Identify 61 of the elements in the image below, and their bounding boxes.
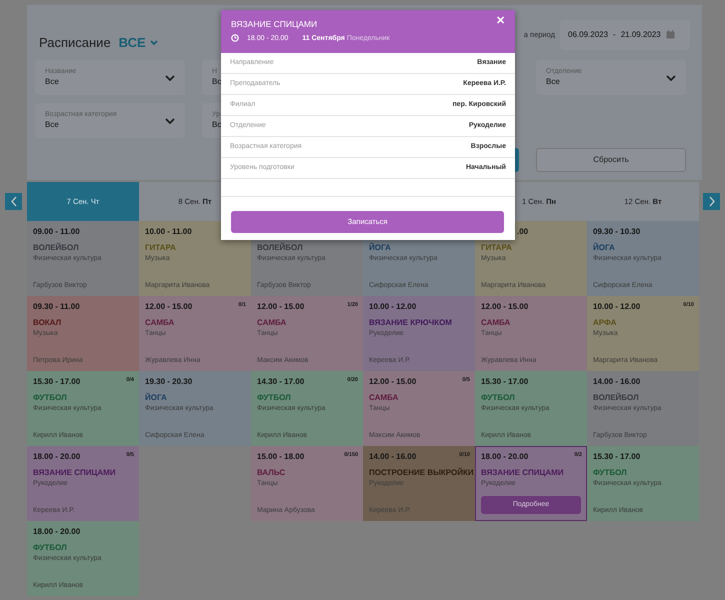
calendar-icon: [666, 30, 675, 39]
event-title: ВОЛЕЙБОЛ: [33, 242, 79, 254]
event-title: ВЯЗАНИЕ СПИЦАМИ: [33, 467, 116, 479]
chevron-down-icon: [165, 74, 175, 80]
chevron-down-icon: [666, 74, 676, 80]
clock-icon: [231, 34, 239, 42]
event-title: САМБА: [481, 317, 510, 329]
event-title: ФУТБОЛ: [481, 392, 515, 404]
event-title: ФУТБОЛ: [33, 392, 67, 404]
event-time: 19.30 - 20.30: [145, 376, 192, 388]
event-time: 14.00 - 16.00: [593, 376, 640, 388]
event-time: 10.00 - 11.00: [145, 226, 192, 238]
event-time: 14.30 - 17.00: [257, 376, 304, 388]
event-title: ВЯЗАНИЕ СПИЦАМИ: [481, 467, 564, 479]
event-time: 18.00 - 20.00: [481, 451, 528, 463]
event-time: 18.00 - 20.00: [33, 451, 80, 463]
event-title: ЙОГА: [145, 392, 167, 404]
reset-button[interactable]: Сбросить: [536, 148, 686, 172]
event-title: ВАЛЬС: [257, 467, 286, 479]
chevron-down-icon: [165, 118, 175, 124]
page-title: Расписание: [39, 34, 111, 52]
event-title: ФУТБОЛ: [593, 467, 627, 479]
event-title: ЙОГА: [593, 242, 615, 254]
event-title: ФУТБОЛ: [33, 542, 67, 554]
event-title: САМБА: [145, 317, 174, 329]
previous-button[interactable]: [5, 193, 22, 210]
event-time: 09.30 - 11.00: [33, 301, 80, 313]
event-time: 14.00 - 16.00: [369, 451, 416, 463]
event-time: 15.00 - 18.00: [257, 451, 304, 463]
event-title: ПОСТРОЕНИЕ ВЫКРОЙКИ: [369, 467, 474, 479]
event-time: 12.00 - 15.00: [257, 301, 304, 313]
chevron-right-icon: [708, 196, 716, 207]
event-title: САМБА: [257, 317, 286, 329]
event-title: ЙОГА: [369, 242, 391, 254]
event-title: ВОЛЕЙБОЛ: [257, 242, 303, 254]
chevron-down-icon: [150, 40, 158, 45]
event-time: 15.30 - 17.00: [33, 376, 80, 388]
date-range-field[interactable]: 06.09.2023 - 21.09.2023: [560, 20, 690, 50]
event-time: 09.00 - 11.00: [33, 226, 80, 238]
event-time: .00: [517, 226, 528, 238]
event-time: 09.30 - 10.30: [593, 226, 640, 238]
event-time: 10.00 - 12.00: [593, 301, 640, 313]
event-time: 12.00 - 15.00: [145, 301, 192, 313]
event-title: ФУТБОЛ: [257, 392, 291, 404]
event-time: 18.00 - 20.00: [33, 526, 80, 538]
event-time: 15.30 - 17.00: [593, 451, 640, 463]
event-time: 15.30 - 17.00: [481, 376, 528, 388]
event-title: ВОЛЕЙБОЛ: [593, 392, 639, 404]
event-time: 12.00 - 15.00: [481, 301, 528, 313]
event-time: 10.00 - 12.00: [369, 301, 416, 313]
event-title: ВОКАЛ: [33, 317, 62, 329]
event-time: 12.00 - 15.00: [369, 376, 416, 388]
modal-title: ВЯЗАНИЕ СПИЦАМИ: [231, 19, 318, 30]
event-title: ВЯЗАНИЕ КРЮЧКОМ: [369, 317, 452, 329]
event-title: САМБА: [369, 392, 398, 404]
close-button[interactable]: ✕: [496, 16, 505, 27]
event-title: ГИТАРА: [481, 242, 512, 254]
next-button[interactable]: [703, 193, 720, 210]
event-title: ГИТАРА: [145, 242, 176, 254]
event-title: АРФА: [593, 317, 616, 329]
chevron-left-icon: [10, 196, 18, 207]
